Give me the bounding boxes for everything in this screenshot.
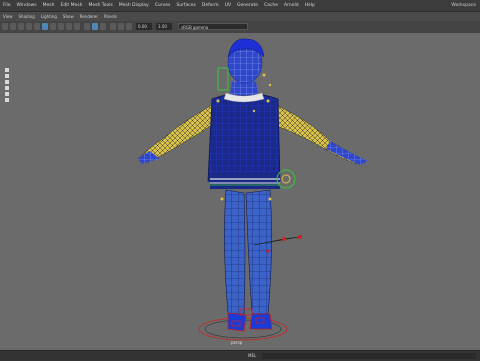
panel-menu-renderer[interactable]: Renderer [77,12,101,21]
menu-mesh-tools[interactable]: Mesh Tools [85,0,115,11]
menu-file[interactable]: File [0,0,14,11]
menu-generate[interactable]: Generate [234,0,261,11]
menu-cache[interactable]: Cache [261,0,281,11]
textured-icon[interactable] [58,23,64,30]
xray-joints-icon[interactable] [92,23,98,30]
camera-attributes-icon[interactable] [10,23,16,30]
lights-icon[interactable] [66,23,72,30]
colorspace-dropdown[interactable]: sRGB gamma [178,23,248,30]
exposure-field[interactable]: 0.00 [136,23,152,30]
menu-deform[interactable]: Deform [199,0,222,11]
workspace-selector[interactable]: Workspace [451,0,476,11]
menu-curves[interactable]: Curves [152,0,174,11]
panel-menubar: View Shading Lighting Show Renderer Pane… [0,12,480,21]
depth-of-field-icon[interactable] [126,23,132,30]
panel-menu-show[interactable]: Show [60,12,77,21]
main-menubar: File Windows Mesh Edit Mesh Mesh Tools M… [0,0,480,12]
camera-name-label: persp [231,340,243,345]
camera-select-icon[interactable] [2,23,8,30]
head [227,38,265,84]
backface-culling-icon[interactable] [100,23,106,30]
scale-tool-icon[interactable] [5,98,9,102]
panel-menu-shading[interactable]: Shading [16,12,38,21]
maya-window: File Windows Mesh Edit Mesh Mesh Tools M… [0,0,480,361]
menu-arnold[interactable]: Arnold [281,0,302,11]
bookmark-icon[interactable] [18,23,24,30]
panel-menu-lighting[interactable]: Lighting [38,12,60,21]
rotate-tool-icon[interactable] [5,92,9,96]
image-plane-icon[interactable] [26,23,32,30]
xray-icon[interactable] [84,23,90,30]
panel-menu-view[interactable]: View [0,12,16,21]
viewport-scene [137,38,368,341]
shadows-icon[interactable] [74,23,80,30]
command-input[interactable] [262,353,476,359]
menu-surfaces[interactable]: Surfaces [173,0,199,11]
wireframe-on-shaded-icon[interactable] [42,23,48,30]
left-arm [137,104,215,164]
antialiasing-icon[interactable] [118,23,124,30]
panel-menu-panels[interactable]: Panels [101,12,120,21]
paint-select-icon[interactable] [5,80,9,84]
menu-help[interactable]: Help [302,0,318,11]
command-line: MEL [0,350,480,361]
menu-edit-mesh[interactable]: Edit Mesh [57,0,85,11]
smooth-shade-icon[interactable] [50,23,56,30]
menu-mesh[interactable]: Mesh [40,0,58,11]
lasso-tool-icon[interactable] [5,74,9,78]
neck [223,81,265,103]
menu-uv[interactable]: UV [222,0,234,11]
gamma-field[interactable]: 1.00 [156,23,172,30]
select-tool-icon[interactable] [5,68,9,72]
ambient-occlusion-icon[interactable] [110,23,116,30]
legs [224,189,272,316]
move-tool-icon[interactable] [5,86,9,90]
perspective-viewport[interactable] [0,33,480,348]
viewport-tool-strip [0,66,10,111]
right-arm [273,104,368,165]
grid-icon[interactable] [34,23,40,30]
jacket [207,92,281,189]
menu-mesh-display[interactable]: Mesh Display [116,0,152,11]
shoes [227,312,273,332]
menu-windows[interactable]: Windows [14,0,40,11]
